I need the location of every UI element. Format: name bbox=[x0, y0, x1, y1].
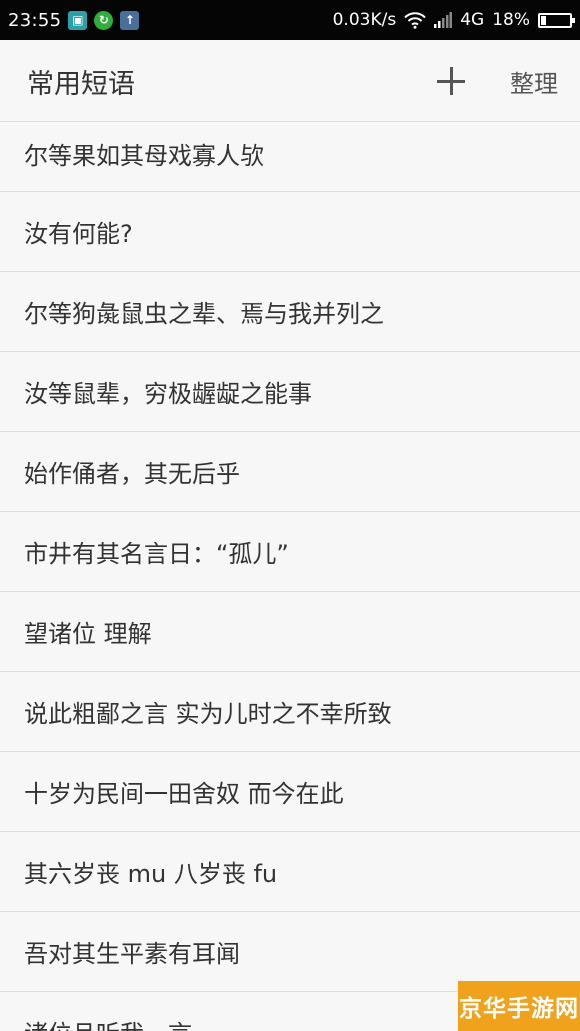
watermark: 京华手游网 bbox=[458, 981, 580, 1031]
status-time: 23:55 bbox=[8, 9, 62, 31]
phrase-text: 十岁为民间一田舍奴 而今在此 bbox=[24, 780, 344, 808]
network-type: 4G bbox=[460, 10, 485, 30]
phrase-text: 吾对其生平素有耳闻 bbox=[24, 940, 240, 968]
list-item[interactable]: 汝等鼠辈，穷极龌龊之能事 bbox=[0, 352, 580, 432]
app-notification-icon: ▣ bbox=[68, 10, 88, 30]
status-bar: 23:55 ▣ ↻ ↑ 0.03K/s 4G 18% bbox=[0, 0, 580, 40]
phrase-text: 汝有何能? bbox=[24, 220, 133, 248]
refresh-notification-icon: ↻ bbox=[94, 10, 114, 30]
plus-icon bbox=[437, 67, 465, 95]
battery-icon bbox=[538, 12, 575, 28]
wifi-icon bbox=[404, 11, 426, 29]
phrase-text: 市井有其名言日：“孤儿” bbox=[24, 540, 289, 568]
phrase-text: 诸位且听我一言 bbox=[24, 1014, 192, 1031]
app-bar: 常用短语 整理 bbox=[0, 40, 580, 122]
list-item[interactable]: 其六岁丧 mu 八岁丧 fu bbox=[0, 832, 580, 912]
list-item[interactable]: 汝有何能? bbox=[0, 192, 580, 272]
phrase-text: 说此粗鄙之言 实为儿时之不幸所致 bbox=[24, 700, 392, 728]
add-phrase-button[interactable] bbox=[432, 62, 470, 100]
list-item[interactable]: 十岁为民间一田舍奴 而今在此 bbox=[0, 752, 580, 832]
status-right: 0.03K/s 4G 18% bbox=[332, 10, 575, 30]
phrase-text: 尔等果如其母戏寡人欤 bbox=[24, 142, 264, 170]
phrase-text: 汝等鼠辈，穷极龌龊之能事 bbox=[24, 380, 312, 408]
list-item[interactable]: 尔等狗彘鼠虫之辈、焉与我并列之 bbox=[0, 272, 580, 352]
list-item[interactable]: 始作俑者，其无后乎 bbox=[0, 432, 580, 512]
phrase-list: 尔等果如其母戏寡人欤 汝有何能? 尔等狗彘鼠虫之辈、焉与我并列之 汝等鼠辈，穷极… bbox=[0, 122, 580, 1031]
upload-notification-icon: ↑ bbox=[120, 10, 140, 30]
battery-fill bbox=[541, 15, 547, 25]
phrase-text: 始作俑者，其无后乎 bbox=[24, 460, 240, 488]
network-speed: 0.03K/s bbox=[332, 10, 397, 30]
status-left: 23:55 ▣ ↻ ↑ bbox=[8, 9, 140, 31]
screen: 23:55 ▣ ↻ ↑ 0.03K/s 4G 18% 常用短语 整理 尔等果如其… bbox=[0, 0, 580, 1031]
list-item[interactable]: 说此粗鄙之言 实为儿时之不幸所致 bbox=[0, 672, 580, 752]
phrase-text: 其六岁丧 mu 八岁丧 fu bbox=[24, 860, 278, 888]
list-item[interactable]: 尔等果如其母戏寡人欤 bbox=[0, 122, 580, 192]
page-title: 常用短语 bbox=[27, 69, 135, 100]
signal-icon bbox=[434, 12, 453, 28]
list-item[interactable]: 望诸位 理解 bbox=[0, 592, 580, 672]
phrase-text: 尔等狗彘鼠虫之辈、焉与我并列之 bbox=[24, 300, 384, 328]
list-item[interactable]: 市井有其名言日：“孤儿” bbox=[0, 512, 580, 592]
battery-level: 18% bbox=[492, 10, 530, 30]
list-item[interactable]: 吾对其生平素有耳闻 bbox=[0, 912, 580, 992]
phrase-text: 望诸位 理解 bbox=[24, 620, 152, 648]
organize-button[interactable]: 整理 bbox=[510, 64, 558, 99]
